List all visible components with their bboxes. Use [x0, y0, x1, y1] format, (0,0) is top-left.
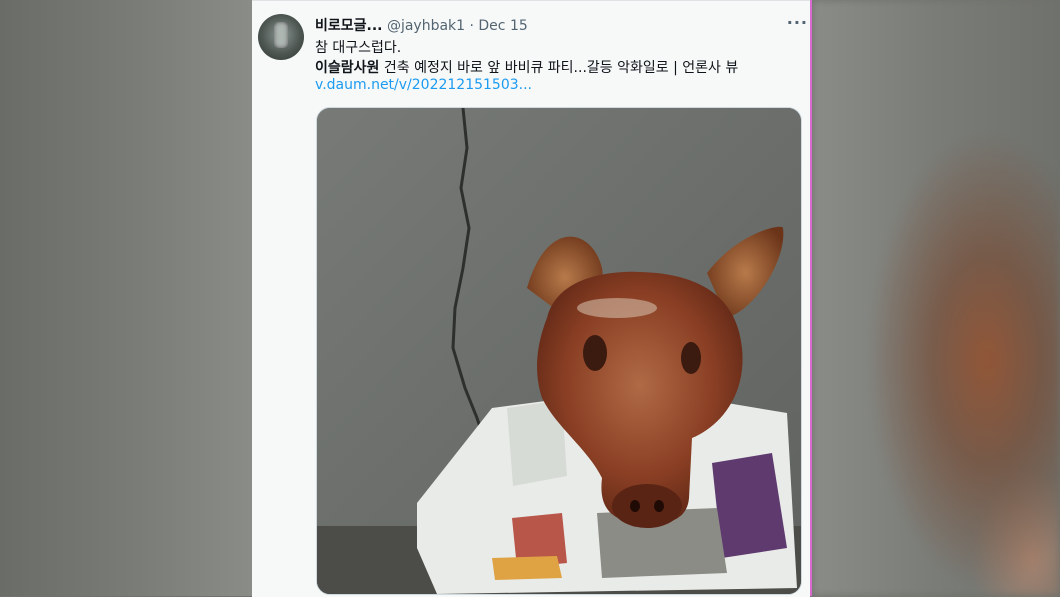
article-title-rest: 건축 예정지 바로 앞 바비큐 파티...갈등 악화일로 | 언론사 뷰: [379, 60, 739, 76]
tweet-date[interactable]: Dec 15: [478, 18, 527, 34]
tweet-text: 참 대구스럽다.: [315, 40, 402, 56]
avatar[interactable]: [258, 14, 304, 60]
tweet-media-image[interactable]: [316, 107, 802, 595]
article-title: 이슬람사원 건축 예정지 바로 앞 바비큐 파티...갈등 악화일로 | 언론사…: [315, 57, 738, 77]
display-name[interactable]: 비로모글...: [315, 18, 382, 34]
tweet-card[interactable]: 비로모글... @jayhbak1 · Dec 15 ··· 참 대구스럽다. …: [252, 0, 810, 597]
separator: ·: [469, 18, 474, 34]
article-link[interactable]: v.daum.net/v/202212151503...: [315, 77, 532, 93]
card-edge-highlight: [810, 0, 812, 596]
tweet-header: 비로모글... @jayhbak1 · Dec 15: [315, 15, 528, 35]
handle[interactable]: @jayhbak1: [387, 18, 465, 34]
roasted-pig-head-photo-icon: [317, 108, 801, 594]
blurred-background-left: [0, 0, 252, 596]
blurred-background-right: [812, 0, 1060, 596]
more-options-icon[interactable]: ···: [787, 13, 808, 32]
article-title-bold: 이슬람사원: [315, 60, 380, 76]
